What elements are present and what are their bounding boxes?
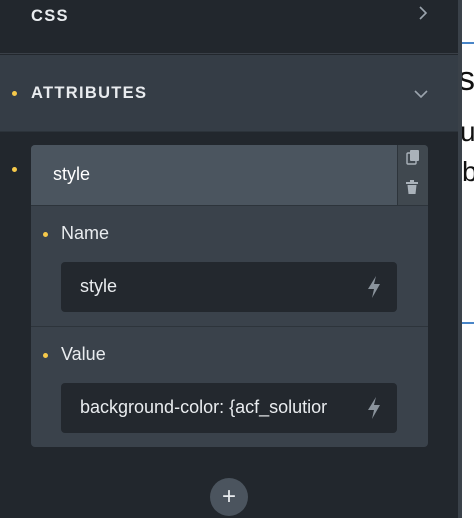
item-indicator-dot xyxy=(12,167,17,172)
modified-indicator-dot xyxy=(12,91,17,96)
trash-icon[interactable] xyxy=(406,180,418,197)
settings-panel: CSS ATTRIBUTES style Name style Value ba… xyxy=(0,0,458,518)
section-attributes[interactable]: ATTRIBUTES xyxy=(0,55,458,132)
background-rule xyxy=(462,42,474,44)
name-input-value: style xyxy=(80,276,118,296)
attribute-item-header[interactable]: style xyxy=(31,145,397,206)
section-css[interactable]: CSS xyxy=(0,0,458,54)
panel-scroll-edge xyxy=(458,0,462,518)
attribute-item: style Name style Value background-color:… xyxy=(31,145,428,447)
section-attributes-label: ATTRIBUTES xyxy=(31,84,148,102)
field-divider xyxy=(31,326,428,327)
value-indicator-dot xyxy=(43,353,48,358)
copy-icon[interactable] xyxy=(406,149,420,168)
background-text-b: b xyxy=(462,156,474,187)
value-input[interactable]: background-color: {acf_solutior xyxy=(61,383,397,433)
name-label: Name xyxy=(61,223,110,243)
add-attribute-button[interactable]: + xyxy=(210,478,248,516)
chevron-right-icon xyxy=(418,6,428,25)
plus-icon: + xyxy=(221,483,236,510)
name-indicator-dot xyxy=(43,232,48,237)
value-input-value: background-color: {acf_solutior xyxy=(80,397,328,417)
background-rule xyxy=(462,322,474,324)
background-text-u: u xyxy=(460,116,474,147)
value-label: Value xyxy=(61,344,106,364)
name-input[interactable]: style xyxy=(61,262,397,312)
bolt-icon[interactable] xyxy=(365,275,383,299)
chevron-down-icon xyxy=(414,86,428,104)
attribute-item-actions xyxy=(397,145,428,206)
bolt-icon[interactable] xyxy=(365,396,383,420)
section-css-label: CSS xyxy=(31,7,69,25)
attribute-item-title: style xyxy=(53,164,91,184)
